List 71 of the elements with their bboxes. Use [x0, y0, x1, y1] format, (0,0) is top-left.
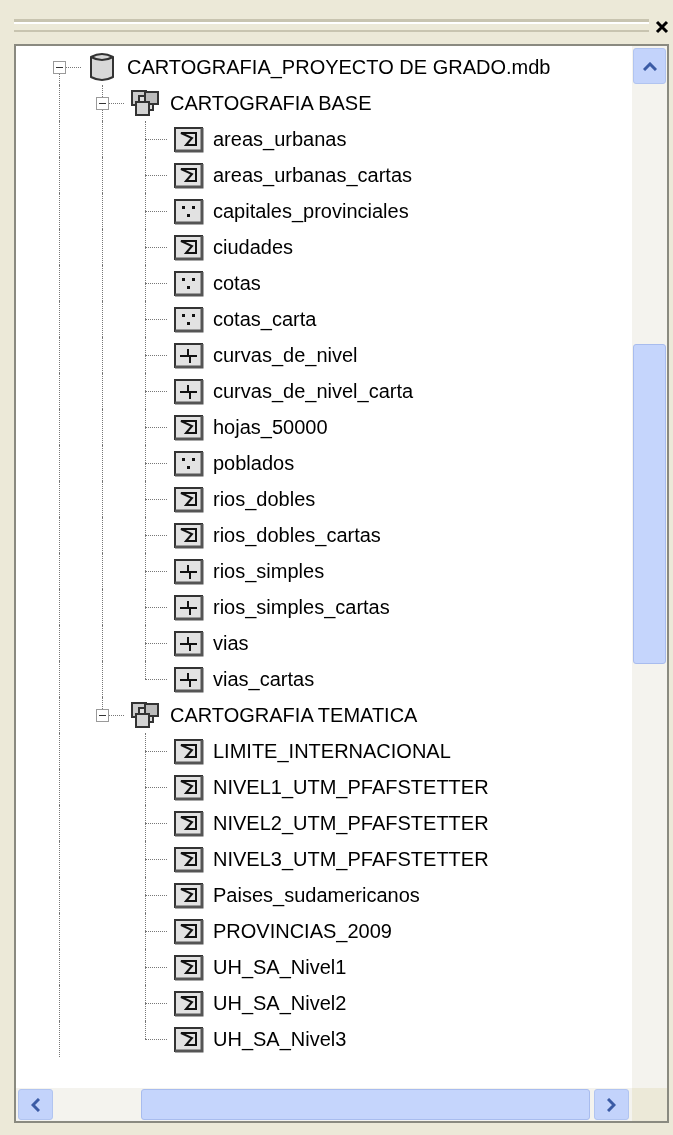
point-layer-icon [173, 448, 205, 478]
line-layer-icon [173, 376, 205, 406]
polygon-layer-icon [173, 952, 205, 982]
polygon-layer-icon [173, 916, 205, 946]
polygon-layer-icon [173, 412, 205, 442]
horizontal-scrollbar[interactable] [16, 1088, 632, 1121]
close-icon[interactable] [655, 20, 669, 34]
scroll-left-button[interactable] [18, 1089, 53, 1120]
caret-up-icon [642, 61, 657, 71]
line-layer-icon [173, 340, 205, 370]
scrollbar-thumb[interactable] [141, 1089, 590, 1120]
stacked-squares-icon [130, 700, 162, 730]
tree-item-label[interactable]: CARTOGRAFIA_PROYECTO DE GRADO.mdb [127, 55, 551, 79]
expander-icon[interactable] [53, 61, 66, 74]
scroll-right-button[interactable] [594, 1089, 629, 1120]
tree-item-label[interactable]: curvas_de_nivel_carta [213, 379, 414, 403]
scrollbar-corner [632, 1088, 667, 1121]
polygon-layer-icon [173, 160, 205, 190]
tree-item-label[interactable]: CARTOGRAFIA TEMATICA [170, 703, 418, 727]
toolbar-grip[interactable] [14, 22, 649, 32]
line-layer-icon [173, 664, 205, 694]
tree-item-label[interactable]: cotas_carta [213, 307, 317, 331]
tree-item-label[interactable]: UH_SA_Nivel3 [213, 1027, 347, 1051]
tree-item-label[interactable]: capitales_provinciales [213, 199, 409, 223]
polygon-layer-icon [173, 124, 205, 154]
polygon-layer-icon [173, 484, 205, 514]
tree-item-label[interactable]: cotas [213, 271, 261, 295]
scroll-up-button[interactable] [633, 48, 666, 84]
tree-item-label[interactable]: curvas_de_nivel [213, 343, 358, 367]
tree-item-label[interactable]: rios_dobles_cartas [213, 523, 381, 547]
tree-item-label[interactable]: CARTOGRAFIA BASE [170, 91, 372, 115]
tree-item-label[interactable]: UH_SA_Nivel1 [213, 955, 347, 979]
tree-item-label[interactable]: NIVEL3_UTM_PFAFSTETTER [213, 847, 489, 871]
tree-item-label[interactable]: Paises_sudamericanos [213, 883, 420, 907]
polygon-layer-icon [173, 880, 205, 910]
tree-item-label[interactable]: vias_cartas [213, 667, 315, 691]
tree-item-label[interactable]: NIVEL2_UTM_PFAFSTETTER [213, 811, 489, 835]
tree-item-label[interactable]: LIMITE_INTERNACIONAL [213, 739, 451, 763]
caret-left-icon [31, 1097, 40, 1112]
polygon-layer-icon [173, 772, 205, 802]
polygon-layer-icon [173, 1024, 205, 1054]
vertical-scrollbar[interactable] [632, 46, 667, 1088]
line-layer-icon [173, 628, 205, 658]
tree-item-label[interactable]: rios_simples [213, 559, 325, 583]
tree-item-label[interactable]: UH_SA_Nivel2 [213, 991, 347, 1015]
polygon-layer-icon [173, 988, 205, 1018]
tree-item-label[interactable]: vias [213, 631, 249, 655]
caret-right-icon [607, 1097, 616, 1112]
expander-icon[interactable] [96, 97, 109, 110]
tree-item-label[interactable]: areas_urbanas [213, 127, 347, 151]
tree-item-label[interactable]: PROVINCIAS_2009 [213, 919, 392, 943]
polygon-layer-icon [173, 232, 205, 262]
scrollbar-thumb[interactable] [633, 344, 666, 664]
point-layer-icon [173, 268, 205, 298]
tree-item-label[interactable]: rios_dobles [213, 487, 316, 511]
tree-item-label[interactable]: NIVEL1_UTM_PFAFSTETTER [213, 775, 489, 799]
tree-item-label[interactable]: rios_simples_cartas [213, 595, 390, 619]
line-layer-icon [173, 556, 205, 586]
polygon-layer-icon [173, 520, 205, 550]
stacked-squares-icon [130, 88, 162, 118]
polygon-layer-icon [173, 808, 205, 838]
point-layer-icon [173, 304, 205, 334]
polygon-layer-icon [173, 736, 205, 766]
tree-item-label[interactable]: hojas_50000 [213, 415, 328, 439]
polygon-layer-icon [173, 844, 205, 874]
line-layer-icon [173, 592, 205, 622]
point-layer-icon [173, 196, 205, 226]
expander-icon[interactable] [96, 709, 109, 722]
tree-item-label[interactable]: ciudades [213, 235, 294, 259]
tree-item-label[interactable]: areas_urbanas_cartas [213, 163, 412, 187]
tree-item-label[interactable]: poblados [213, 451, 295, 475]
